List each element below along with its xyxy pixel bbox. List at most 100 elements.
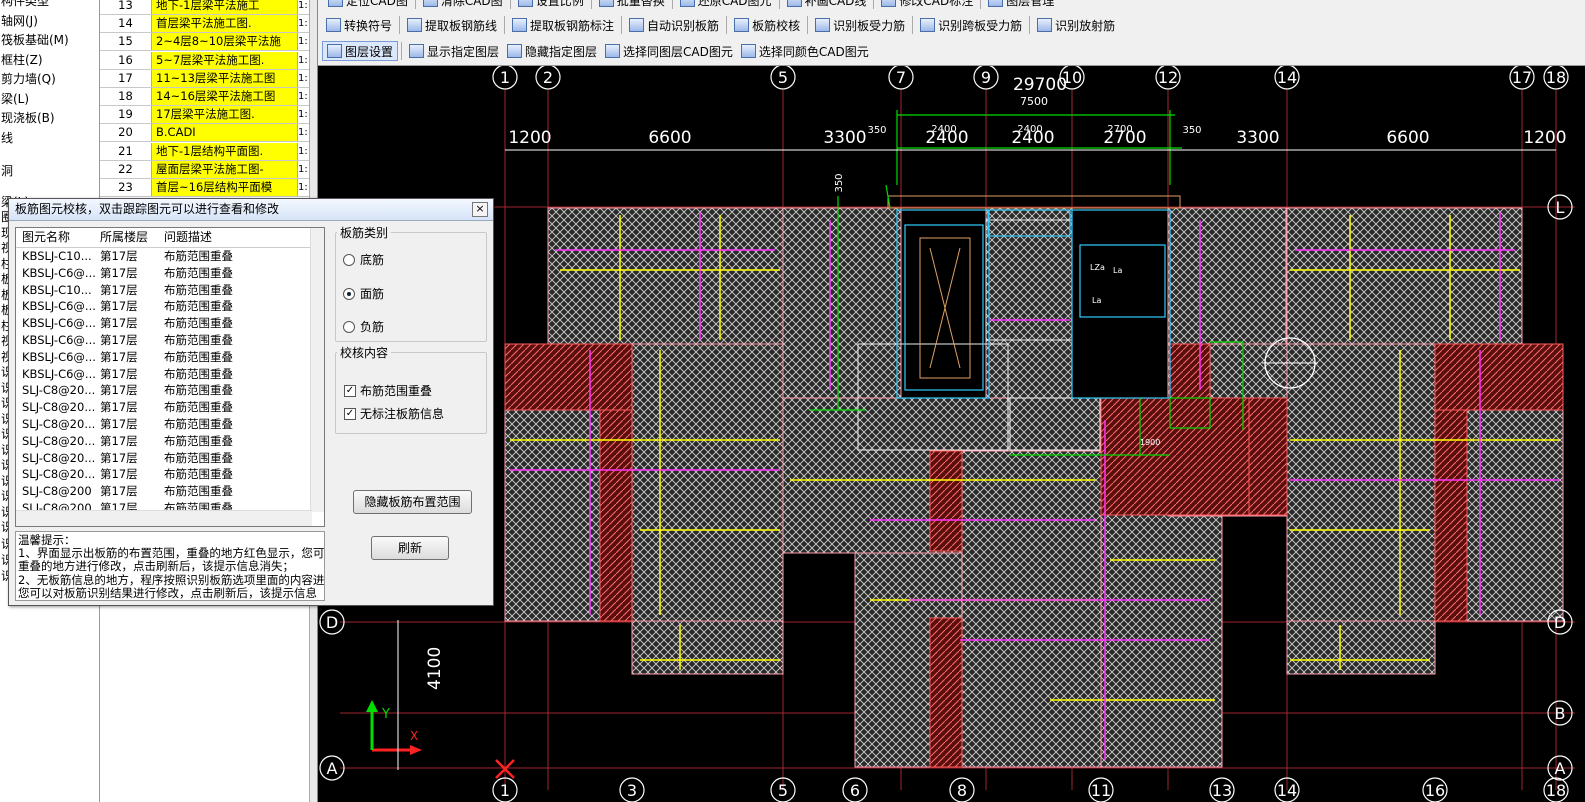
toolbar-button-row2-4[interactable]: 选择同颜色CAD图元 — [737, 41, 873, 61]
toolbar-button-row1-3[interactable]: 自动识别板筋 — [625, 15, 723, 35]
toolbar-button-label: 选择同图层CAD图元 — [623, 44, 733, 59]
toolbar-button-row0-4[interactable]: 还原CAD图元 — [676, 0, 776, 10]
tree-item[interactable]: 轴网(J) — [0, 12, 99, 32]
top-dimension: 1200 — [1523, 128, 1566, 148]
check-no-annotation[interactable]: ✓ 无标注板筋信息 — [344, 405, 444, 422]
cell-issue: 布筋范围重叠 — [164, 349, 233, 364]
layer-row[interactable]: 16 5~7层梁平法施工图. 1: — [100, 51, 310, 70]
top-dimension: 1200 — [508, 128, 551, 148]
layer-row[interactable]: 15 2~4层8~10层梁平法施 1: — [100, 33, 310, 52]
cell-issue: 布筋范围重叠 — [164, 299, 233, 314]
tree-item[interactable]: 现浇板(B) — [0, 109, 99, 129]
radio-circle-selected[interactable] — [343, 287, 355, 300]
tree-item[interactable]: 框柱(Z) — [0, 51, 99, 71]
tree-item[interactable]: 筏板基础(M) — [0, 31, 99, 51]
toolbar-button-row1-0[interactable]: 转换符号 — [322, 15, 396, 35]
list-item[interactable]: SLJ-C8@20... 第17层 布筋范围重叠 — [16, 466, 324, 483]
tree-item[interactable] — [0, 179, 99, 195]
checkbox[interactable]: ✓ — [344, 407, 356, 420]
label-dim-1900: 1900 — [1140, 438, 1160, 447]
layer-row[interactable]: 20 B.CADI 1: — [100, 124, 310, 143]
layer-row[interactable]: 13 地下-1层梁平法施工 1: — [100, 0, 310, 15]
checkbox-label: 布筋范围重叠 — [360, 384, 433, 398]
check-overlap[interactable]: ✓ 布筋范围重叠 — [344, 382, 432, 399]
toolbar-button-row2-1[interactable]: 显示指定图层 — [405, 41, 503, 61]
top-dimension: 3300 — [823, 128, 866, 148]
tree-item[interactable]: 剪力墙(Q) — [0, 70, 99, 90]
list-item[interactable]: SLJ-C8@20... 第17层 布筋范围重叠 — [16, 399, 324, 416]
toolbar-button-row2-2[interactable]: 隐藏指定图层 — [503, 41, 601, 61]
tree-item[interactable]: 梁(L) — [0, 90, 99, 110]
toolbar-button-row1-2[interactable]: 提取板钢筋标注 — [508, 15, 618, 35]
list-item[interactable]: KBSLJ-C10... 第17层 布筋范围重叠 — [16, 282, 324, 299]
problem-list[interactable]: 图元名称 所属楼层 问题描述 KBSLJ-C10... 第17层 布筋范围重叠 KBS… — [15, 227, 325, 527]
list-vertical-scrollbar[interactable] — [310, 228, 324, 512]
radio-negative-rebar[interactable]: 负筋 — [343, 318, 384, 335]
cad-drawing-svg: Y X 1 2 5 7 9 10 12 14 17 181 3 5 6 8 11 13 14 16 18LDBADA… — [319, 66, 1575, 802]
radio-bottom-rebar[interactable]: 底筋 — [343, 251, 384, 268]
list-item[interactable]: KBSLJ-C6@... 第17层 布筋范围重叠 — [16, 298, 324, 315]
toolbar-button-row1-1[interactable]: 提取板钢筋线 — [403, 15, 501, 35]
tree-item[interactable]: 洞 — [0, 164, 99, 180]
toolbar-button-row0-1[interactable]: 清除CAD图 — [419, 0, 507, 10]
layer-row[interactable]: 17 11~13层梁平法施工图 1: — [100, 69, 310, 88]
layer-row[interactable]: 14 首层梁平法施工图. 1: — [100, 15, 310, 34]
list-item[interactable]: KBSLJ-C6@... 第17层 布筋范围重叠 — [16, 366, 324, 383]
radio-circle[interactable] — [343, 253, 355, 266]
close-icon[interactable]: × — [472, 202, 488, 217]
layer-row[interactable]: 21 地下-1层结构平面图. 1: — [100, 142, 310, 161]
list-item[interactable]: SLJ-C8@20... 第17层 布筋范围重叠 — [16, 433, 324, 450]
toolbar-button-row2-3[interactable]: 选择同图层CAD图元 — [601, 41, 737, 61]
tree-item[interactable]: 线 — [0, 129, 99, 149]
toolbar-separator — [873, 0, 875, 9]
toolbar-button-row0-2[interactable]: 设置比例 — [514, 0, 588, 10]
radio-top-rebar[interactable]: 面筋 — [343, 285, 384, 302]
layer-row[interactable]: 23 首层~16层结构平面模 1: — [100, 179, 310, 197]
layer-row[interactable]: 19 17层梁平法施工图. 1: — [100, 106, 310, 125]
cell-name: SLJ-C8@20... — [22, 416, 96, 431]
list-item[interactable]: KBSLJ-C6@... 第17层 布筋范围重叠 — [16, 349, 324, 366]
refresh-button[interactable]: 刷新 — [371, 536, 449, 560]
radio-circle[interactable] — [343, 320, 355, 333]
list-item[interactable]: SLJ-C8@20... 第17层 布筋范围重叠 — [16, 416, 324, 433]
list-item[interactable]: SLJ-C8@20... 第17层 布筋范围重叠 — [16, 382, 324, 399]
toolbar-button-row1-7[interactable]: 识别放射筋 — [1033, 15, 1119, 35]
toolbar-button-row0-3[interactable]: 批量替换 — [595, 0, 669, 10]
toolbar-button-row0-5[interactable]: 补画CAD线 — [783, 0, 871, 10]
toolbar-separator — [401, 42, 403, 60]
tree-item[interactable] — [0, 148, 99, 164]
list-item[interactable]: SLJ-C8@200 第17层 布筋范围重叠 — [16, 483, 324, 500]
layer-row[interactable]: 22 屋面层梁平法施工图- 1: — [100, 160, 310, 179]
toolbar-button-row0-6[interactable]: 修改CAD标注 — [877, 0, 977, 10]
list-item[interactable]: KBSLJ-C6@... 第17层 布筋范围重叠 — [16, 315, 324, 332]
layer-row[interactable]: 18 14~16层梁平法施工图 1: — [100, 88, 310, 106]
bottom-axis-label: 13 — [1212, 781, 1232, 800]
toolbar-button-row1-5[interactable]: 识别板受力筋 — [811, 15, 909, 35]
col-header-issue[interactable]: 问题描述 — [160, 228, 310, 247]
toolbar-icon — [326, 18, 341, 32]
checkbox[interactable]: ✓ — [344, 384, 356, 397]
col-header-floor[interactable]: 所属楼层 — [96, 228, 160, 247]
cell-floor: 第17层 — [100, 265, 138, 280]
cad-drawing-canvas[interactable]: Y X 1 2 5 7 9 10 12 14 17 18 1 3 5 6 8 11 13 14 16 18 L D B A D A… — [318, 66, 1585, 802]
rebar-check-dialog: 板筋图元校核，双击跟踪图元可以进行查看和修改 × 图元名称 所属楼层 问题描述 … — [8, 198, 494, 606]
list-horizontal-scrollbar[interactable] — [16, 510, 312, 526]
bottom-axis-label: 18 — [1546, 781, 1566, 800]
list-item[interactable]: SLJ-C8@20... 第17层 布筋范围重叠 — [16, 450, 324, 467]
list-item[interactable]: KBSLJ-C6@... 第17层 布筋范围重叠 — [16, 265, 324, 282]
toolbar-button-row2-0[interactable]: 图层设置 — [322, 41, 399, 61]
cell-floor: 第17层 — [100, 332, 138, 347]
toolbar-button-row1-4[interactable]: 板筋校核 — [730, 15, 804, 35]
tree-item[interactable]: 构件类型 — [0, 0, 99, 12]
toolbar-button-row0-7[interactable]: 图层管理 — [984, 0, 1058, 10]
toolbar-button-row0-0[interactable]: 定位CAD图 — [324, 0, 412, 10]
col-header-name[interactable]: 图元名称 — [16, 228, 96, 247]
top-dimension: 6600 — [648, 128, 691, 148]
left-axis-label: A — [327, 759, 338, 778]
list-item[interactable]: KBSLJ-C6@... 第17层 布筋范围重叠 — [16, 332, 324, 349]
list-item[interactable]: KBSLJ-C10... 第17层 布筋范围重叠 — [16, 248, 324, 265]
toolbar-icon — [920, 18, 936, 32]
toolbar-icon — [605, 44, 621, 58]
toolbar-button-row1-6[interactable]: 识别跨板受力筋 — [916, 15, 1026, 35]
hide-range-button[interactable]: 隐藏板筋布置范围 — [353, 490, 472, 514]
